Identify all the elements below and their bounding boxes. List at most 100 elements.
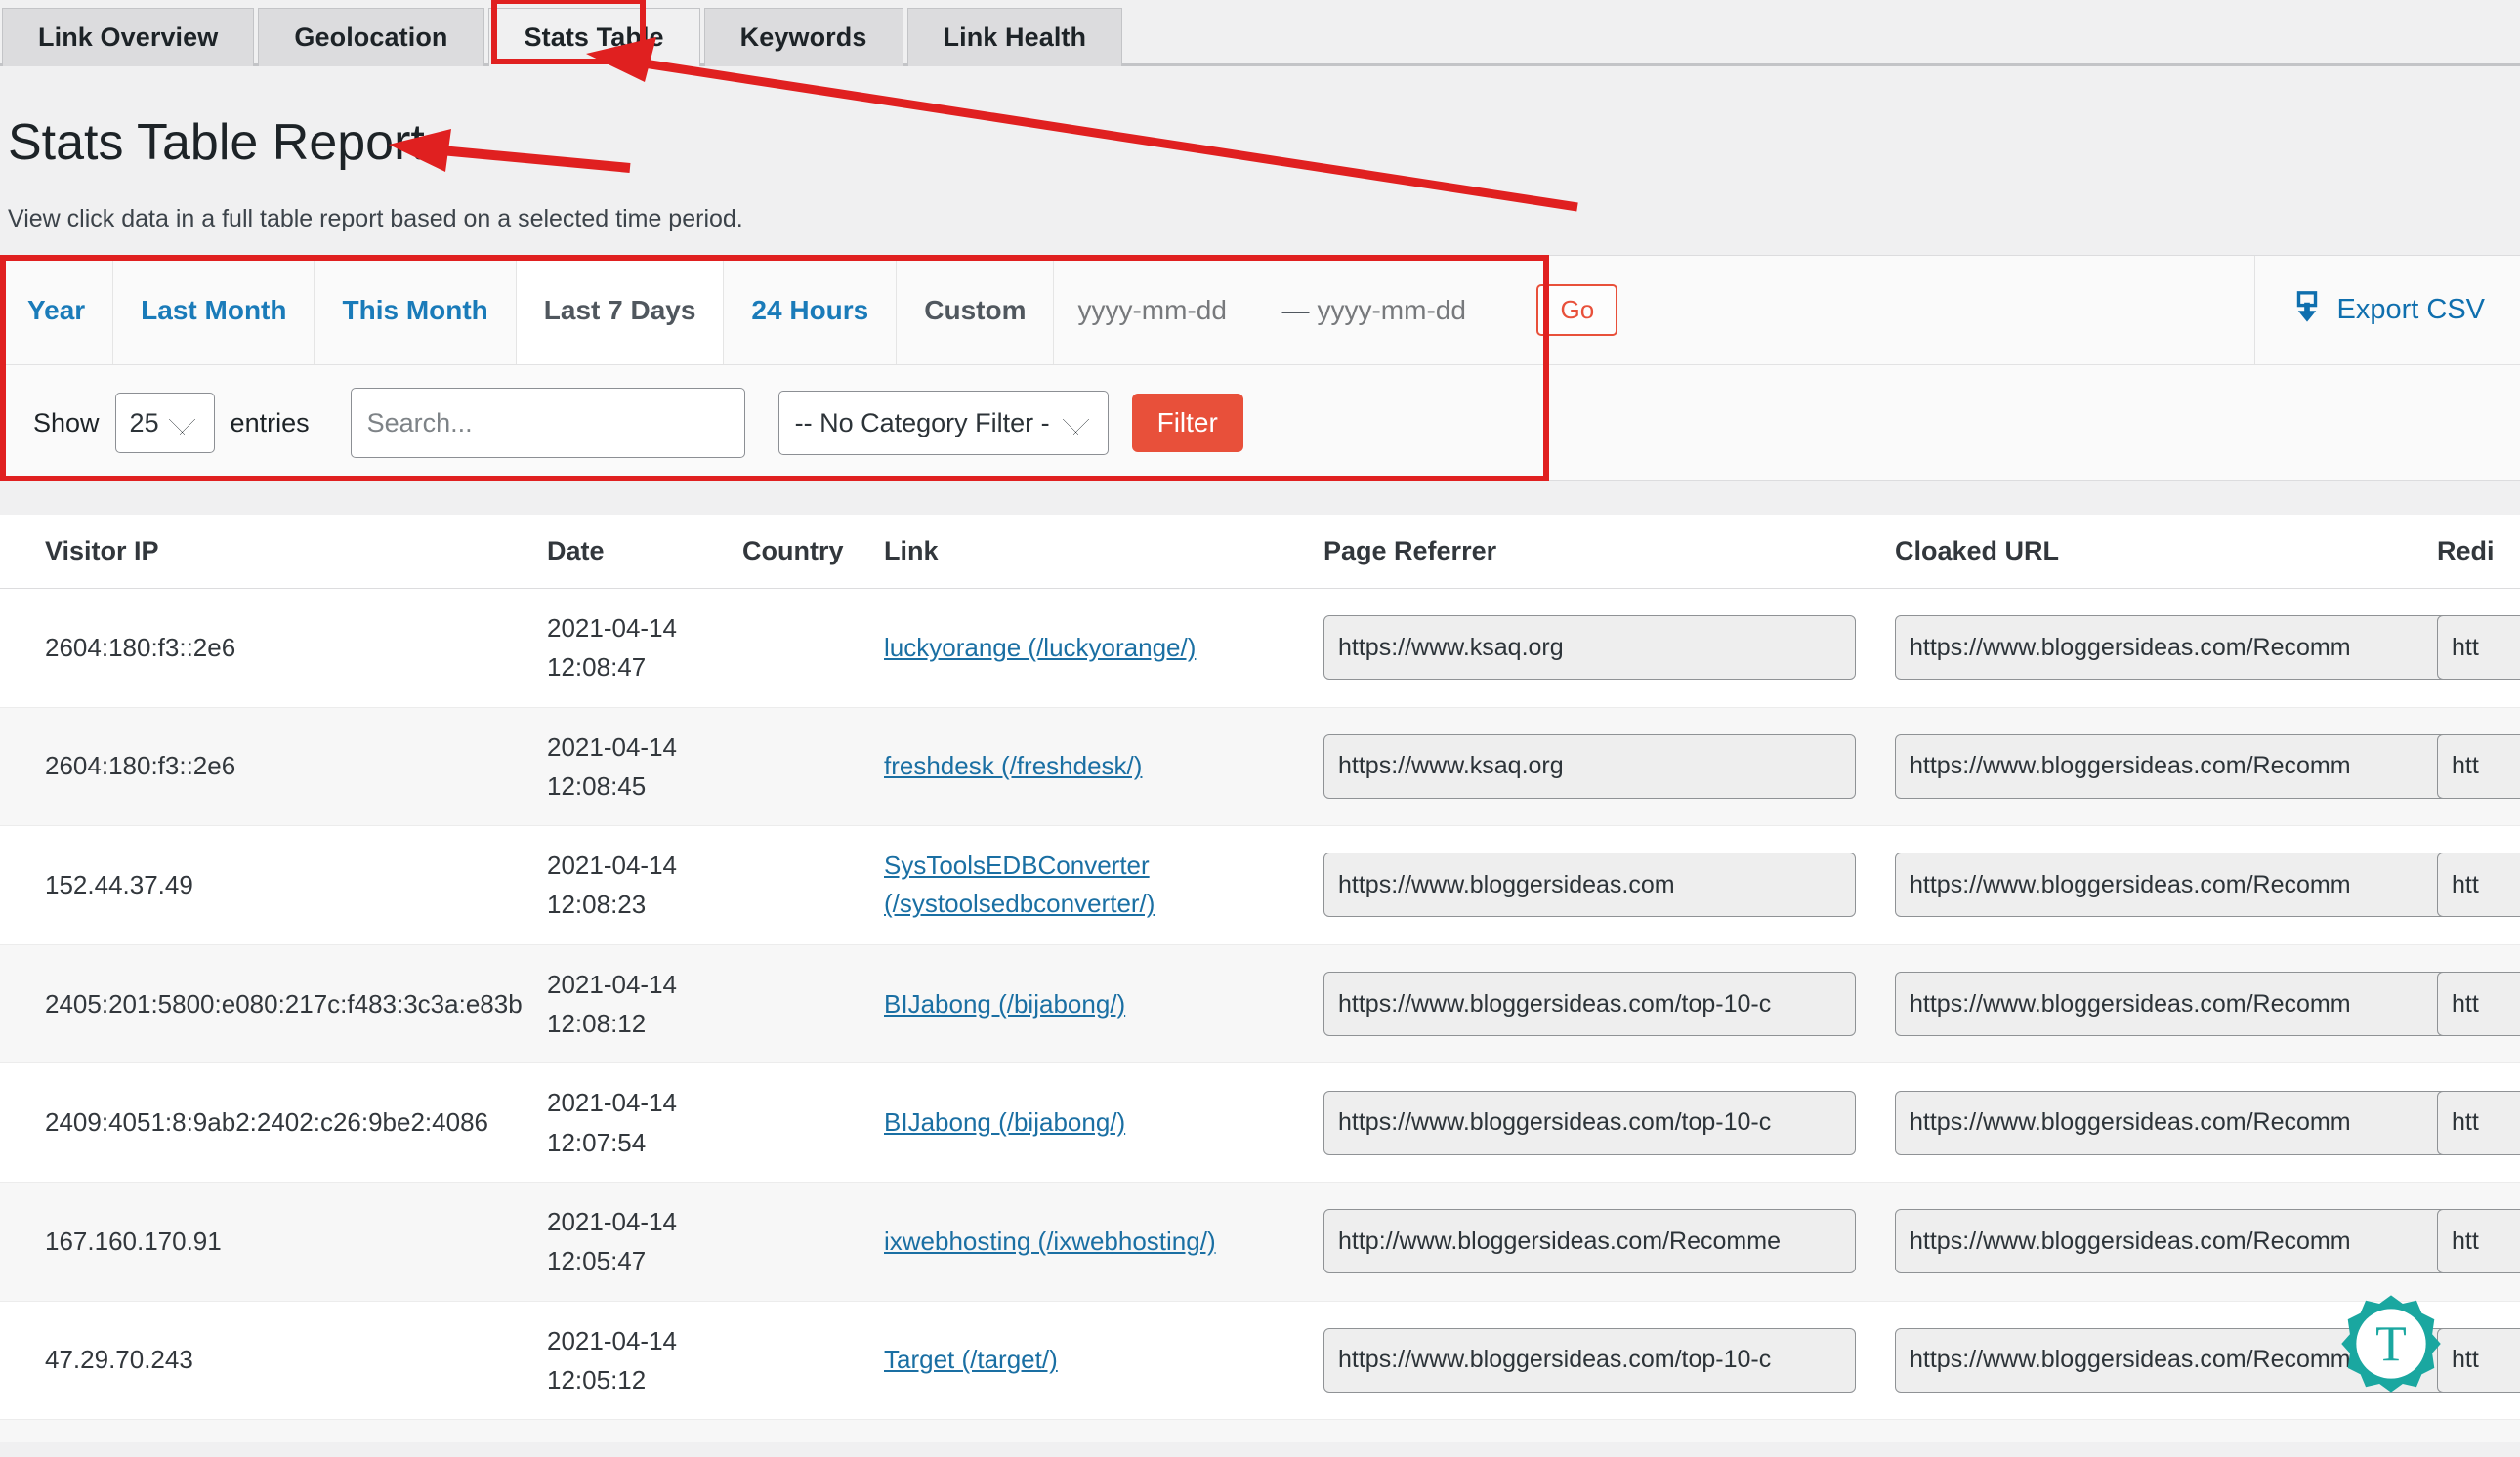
cell-country <box>742 1062 884 1183</box>
cell-redirect-url <box>2437 588 2520 708</box>
link-anchor[interactable]: Target (/target/) <box>884 1341 1058 1379</box>
tab-label: Keywords <box>739 22 867 52</box>
cell-date-time: 12:08:12 <box>547 1009 647 1039</box>
go-button[interactable]: Go <box>1536 284 1618 336</box>
export-csv-button[interactable]: Export CSV <box>2253 256 2520 364</box>
cloaked-url-input[interactable] <box>1895 1209 2520 1274</box>
cell-link: BIJabong (/bijabong/) <box>884 1062 1323 1183</box>
cloaked-url-input[interactable] <box>1895 1090 2520 1155</box>
range-tab-label: Last Month <box>141 294 287 325</box>
redirect-url-input[interactable] <box>2437 1209 2520 1274</box>
category-filter-select[interactable]: -- No Category Filter - <box>777 391 1109 455</box>
cell-redirect-url <box>2437 1062 2520 1183</box>
date-to-input[interactable] <box>1315 293 1516 327</box>
link-anchor[interactable]: BIJabong (/bijabong/) <box>884 985 1125 1023</box>
cell-visitor-ip: 152.44.37.49 <box>0 825 547 945</box>
range-tab-24-hours[interactable]: 24 Hours <box>724 256 898 364</box>
link-anchor[interactable]: SysToolsEDBConverter (/systoolsedbconver… <box>884 847 1323 923</box>
range-row-spacer <box>1617 256 2253 364</box>
column-header-redirect-url[interactable]: Redi <box>2437 515 2520 589</box>
range-tab-custom[interactable]: Custom <box>897 256 1055 364</box>
cell-cloaked-url <box>1895 1419 2437 1442</box>
stats-table-head: Visitor IP Date Country Link Page Referr… <box>0 515 2520 589</box>
cell-date-day: 2021-04-14 <box>547 1088 677 1118</box>
cell-cloaked-url <box>1895 1182 2520 1302</box>
link-anchor[interactable]: ixwebhosting (/ixwebhosting/) <box>884 1223 1216 1261</box>
column-header-page-referrer[interactable]: Page Referrer <box>1323 515 1895 589</box>
page-referrer-input[interactable] <box>1323 733 1856 799</box>
filter-button[interactable]: Filter <box>1131 394 1243 452</box>
table-row: 2604:180:f3::2e6 2021-04-14 12:08:45 fre… <box>0 707 2520 827</box>
range-tab-label: 24 Hours <box>751 294 869 325</box>
link-anchor[interactable]: BIJabong (/bijabong/) <box>884 1103 1125 1142</box>
table-row: 152.44.37.49 2021-04-14 12:03:23 BI3Dsel… <box>0 1419 2520 1442</box>
table-row: 2409:4051:8:9ab2:2402:c26:9be2:4086 2021… <box>0 1062 2520 1183</box>
range-tab-year[interactable]: Year <box>0 256 114 364</box>
cell-country <box>742 1182 884 1302</box>
cell-page-referrer <box>1323 825 1895 945</box>
link-anchor[interactable]: freshdesk (/freshdesk/) <box>884 747 1142 785</box>
tab-stats-table[interactable]: Stats Table <box>487 8 700 66</box>
filter-panel-container: Year Last Month This Month Last 7 Days 2… <box>0 255 2520 481</box>
cell-link: BIJabong (/bijabong/) <box>884 944 1323 1064</box>
redirect-url-input[interactable] <box>2437 853 2520 918</box>
cell-cloaked-url <box>1895 825 2520 945</box>
page-referrer-input[interactable] <box>1323 853 1856 918</box>
cell-visitor-ip: 2409:4051:8:9ab2:2402:c26:9be2:4086 <box>0 1062 547 1183</box>
cloaked-url-input[interactable] <box>1895 853 2520 918</box>
page-referrer-input[interactable] <box>1323 972 1856 1037</box>
redirect-url-input[interactable] <box>2437 733 2520 799</box>
link-anchor[interactable]: luckyorange (/luckyorange/) <box>884 629 1196 667</box>
tab-link-health[interactable]: Link Health <box>906 8 1123 66</box>
tab-link-overview[interactable]: Link Overview <box>2 8 255 66</box>
page-referrer-input[interactable] <box>1323 1090 1856 1155</box>
redirect-url-input[interactable] <box>2437 615 2520 681</box>
redirect-url-input[interactable] <box>2437 972 2520 1037</box>
cell-link: freshdesk (/freshdesk/) <box>884 707 1323 827</box>
search-input[interactable] <box>350 388 745 458</box>
cell-link: Target (/target/) <box>884 1301 1323 1421</box>
column-header-visitor-ip[interactable]: Visitor IP <box>0 515 547 589</box>
tab-keywords[interactable]: Keywords <box>703 8 903 66</box>
cloaked-url-input[interactable] <box>1895 615 2520 681</box>
tab-geolocation[interactable]: Geolocation <box>258 8 484 66</box>
page-referrer-input[interactable] <box>1323 1209 1856 1274</box>
column-header-date[interactable]: Date <box>547 515 742 589</box>
cell-date-time: 12:07:54 <box>547 1127 647 1157</box>
cell-date: 2021-04-14 12:05:47 <box>547 1182 742 1302</box>
table-row: 167.160.170.91 2021-04-14 12:05:47 ixweb… <box>0 1182 2520 1302</box>
tab-label: Link Health <box>943 22 1087 52</box>
column-header-country[interactable]: Country <box>742 515 884 589</box>
download-icon <box>2290 290 2324 331</box>
redirect-url-input[interactable] <box>2437 1090 2520 1155</box>
page-header: Stats Table Report View click data in a … <box>0 113 2520 233</box>
cell-date: 2021-04-14 12:07:54 <box>547 1062 742 1183</box>
cell-page-referrer <box>1323 1301 1895 1421</box>
range-tab-label: This Month <box>342 294 488 325</box>
entries-per-page-select[interactable]: 10 25 50 100 <box>114 393 215 453</box>
cell-redirect-url <box>2437 1301 2520 1421</box>
redirect-url-input[interactable] <box>2437 1327 2520 1393</box>
floating-gear-badge[interactable]: T <box>2338 1291 2444 1396</box>
cell-country <box>742 1301 884 1421</box>
cell-redirect-url <box>2437 1419 2520 1442</box>
column-header-link[interactable]: Link <box>884 515 1323 589</box>
range-tab-last-7-days[interactable]: Last 7 Days <box>516 256 725 364</box>
cloaked-url-input[interactable] <box>1895 733 2520 799</box>
cell-country <box>742 588 884 708</box>
cell-visitor-ip: 2405:201:5800:e080:217c:f483:3c3a:e83b <box>0 944 547 1064</box>
cell-link: luckyorange (/luckyorange/) <box>884 588 1323 708</box>
badge-letter: T <box>2375 1316 2407 1372</box>
page-referrer-input[interactable] <box>1323 1327 1856 1393</box>
range-tab-last-month[interactable]: Last Month <box>113 256 315 364</box>
range-tab-label: Last 7 Days <box>543 294 696 325</box>
date-from-input[interactable] <box>1075 293 1277 327</box>
cell-date: 2021-04-14 12:08:47 <box>547 588 742 708</box>
cell-link: ixwebhosting (/ixwebhosting/) <box>884 1182 1323 1302</box>
tab-bar: Link Overview Geolocation Stats Table Ke… <box>0 0 2520 66</box>
page-referrer-input[interactable] <box>1323 615 1856 681</box>
entries-suffix-label: entries <box>230 407 310 437</box>
column-header-cloaked-url[interactable]: Cloaked URL <box>1895 515 2437 589</box>
range-tab-this-month[interactable]: This Month <box>315 256 517 364</box>
cloaked-url-input[interactable] <box>1895 972 2520 1037</box>
